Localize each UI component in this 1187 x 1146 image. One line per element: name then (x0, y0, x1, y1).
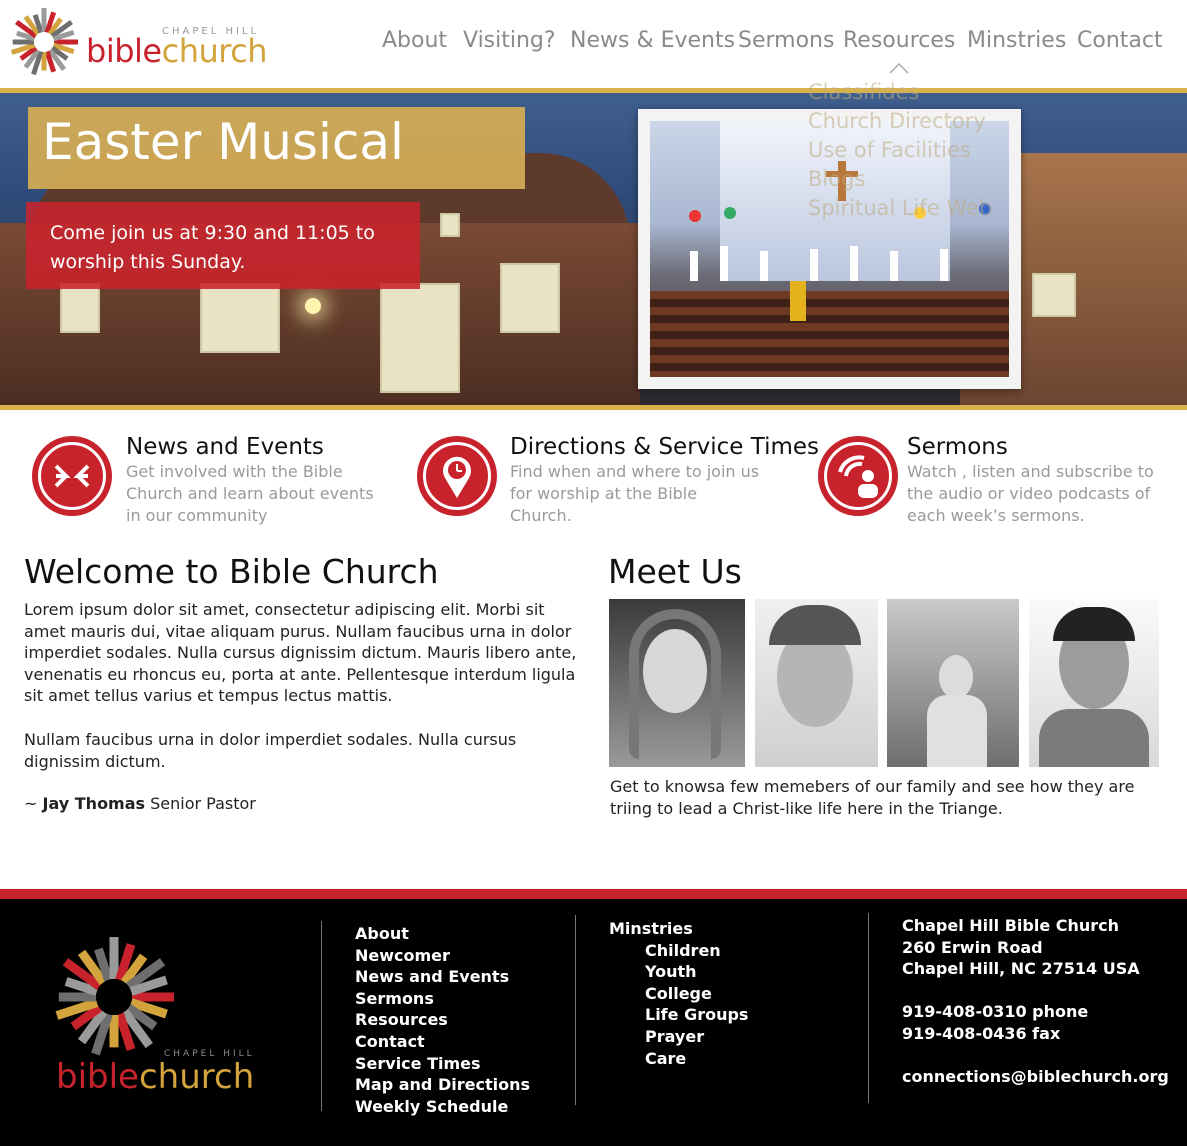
nav-visiting[interactable]: Visiting? (463, 28, 556, 53)
footer-contact: Chapel Hill Bible Church 260 Erwin Road … (902, 915, 1169, 1088)
footer-links: About Newcomer News and Events Sermons R… (355, 923, 530, 1117)
footer-divider (868, 913, 869, 1103)
contact-email[interactable]: connections@biblechurch.org (902, 1066, 1169, 1088)
hero-title: Easter Musical (42, 113, 404, 171)
sunburst-logo-icon (55, 937, 174, 1056)
footer-divider (321, 921, 322, 1111)
nav-minstries[interactable]: Minstries (967, 28, 1066, 53)
footer-link-minstries[interactable]: Minstries (609, 918, 748, 940)
pastor-name: Jay Thomas (42, 794, 146, 813)
resources-dropdown: Classifides Church Directory Use of Faci… (808, 78, 992, 223)
street-lamp (305, 298, 321, 314)
footer-link-weekly-schedule[interactable]: Weekly Schedule (355, 1096, 530, 1118)
footer-link-news-events[interactable]: News and Events (355, 966, 530, 988)
dropdown-caret-icon (889, 62, 909, 74)
welcome-paragraph-1: Lorem ipsum dolor sit amet, consectetur … (24, 600, 577, 706)
dropdown-item-spiritual-life-web[interactable]: Spiritual Life Web (808, 194, 992, 223)
footer-link-children[interactable]: Children (609, 940, 748, 962)
hero-banner: Easter Musical Come join us at 9:30 and … (0, 88, 1187, 410)
meet-title: Meet Us (608, 552, 742, 591)
dropdown-item-use-of-facilities[interactable]: Use of Facilities (808, 136, 992, 165)
site-logo[interactable]: CHAPEL HILL biblechurch (8, 4, 268, 80)
location-clock-icon (417, 436, 497, 516)
contact-fax: 919-408-0436 fax (902, 1023, 1061, 1043)
site-header: CHAPEL HILL biblechurch About Visiting? … (0, 0, 1187, 88)
site-footer: CHAPEL HILL biblechurch About Newcomer N… (0, 889, 1187, 1146)
footer-link-service-times[interactable]: Service Times (355, 1053, 530, 1075)
contact-name: Chapel Hill Bible Church (902, 916, 1120, 935)
footer-link-prayer[interactable]: Prayer (609, 1026, 748, 1048)
member-photo[interactable] (609, 599, 745, 767)
hero-subtitle: Come join us at 9:30 and 11:05 to worshi… (50, 222, 375, 273)
footer-logo[interactable]: CHAPEL HILL biblechurch (52, 935, 272, 1105)
meet-text: Get to knowsa few memebers of our family… (610, 777, 1135, 818)
footer-link-map-directions[interactable]: Map and Directions (355, 1074, 530, 1096)
footer-link-college[interactable]: College (609, 983, 748, 1005)
hero-subtitle-box[interactable]: Come join us at 9:30 and 11:05 to worshi… (26, 202, 420, 289)
nav-contact[interactable]: Contact (1077, 28, 1163, 53)
nav-about[interactable]: About (382, 28, 447, 53)
footer-link-life-groups[interactable]: Life Groups (609, 1004, 748, 1026)
feature-title[interactable]: News and Events (126, 434, 324, 460)
welcome-paragraph-2: Nullam faucibus urna in dolor imperdiet … (24, 730, 517, 771)
logo-wordmark: biblechurch (56, 1057, 255, 1097)
nav-news-events[interactable]: News & Events (570, 28, 735, 53)
nav-resources[interactable]: Resources (843, 28, 955, 53)
nav-sermons[interactable]: Sermons (738, 28, 834, 53)
footer-link-resources[interactable]: Resources (355, 1009, 530, 1031)
feature-title[interactable]: Sermons (907, 434, 1008, 460)
hero-title-box: Easter Musical (28, 107, 525, 189)
footer-link-contact[interactable]: Contact (355, 1031, 530, 1053)
feature-desc: Watch , listen and subscribe to the audi… (907, 462, 1154, 525)
pastor-signature: ~ Jay Thomas Senior Pastor (24, 794, 256, 813)
contact-street: 260 Erwin Road (902, 937, 1043, 957)
footer-link-youth[interactable]: Youth (609, 961, 748, 983)
footer-divider (575, 915, 576, 1105)
contact-phone[interactable]: 919-408-0310 phone (902, 1001, 1169, 1023)
member-photo[interactable] (755, 599, 878, 767)
contact-city: Chapel Hill, NC 27514 USA (902, 959, 1140, 979)
footer-link-care[interactable]: Care (609, 1048, 748, 1070)
footer-link-newcomer[interactable]: Newcomer (355, 945, 530, 967)
dropdown-item-church-directory[interactable]: Church Directory (808, 107, 992, 136)
sunburst-logo-icon (10, 8, 78, 76)
welcome-title: Welcome to Bible Church (24, 552, 439, 591)
podcast-icon (818, 436, 898, 516)
news-icon (32, 436, 112, 516)
footer-link-sermons[interactable]: Sermons (355, 988, 530, 1010)
footer-link-about[interactable]: About (355, 923, 530, 945)
member-photo[interactable] (1029, 599, 1159, 767)
feature-desc: Get involved with the Bible Church and l… (126, 462, 374, 525)
feature-title[interactable]: Directions & Service Times (510, 434, 819, 460)
feature-desc: Find when and where to join us for worsh… (510, 462, 760, 525)
dropdown-item-classifides[interactable]: Classifides (808, 78, 992, 107)
member-photo[interactable] (887, 599, 1019, 767)
footer-ministries: Minstries Children Youth College Life Gr… (609, 918, 748, 1069)
logo-wordmark: biblechurch (86, 32, 268, 70)
dropdown-item-blogs[interactable]: Blogs (808, 165, 992, 194)
